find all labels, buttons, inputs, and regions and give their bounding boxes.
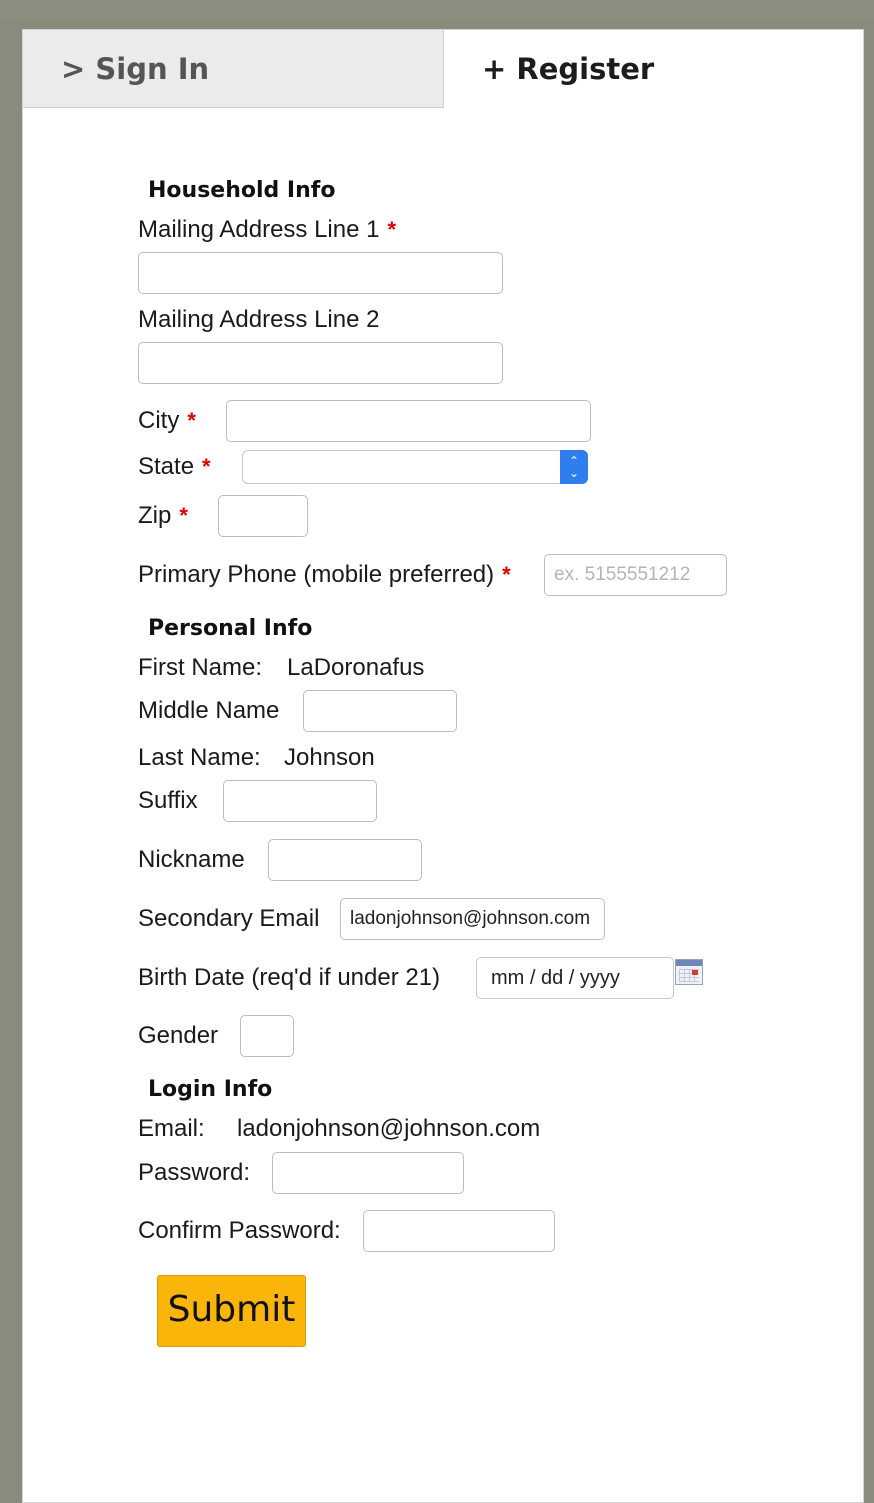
household-info-heading: Household Info: [148, 178, 336, 203]
secondary-email-label: Secondary Email: [138, 905, 320, 932]
chevron-updown-icon: ⌃ ⌄: [560, 450, 588, 484]
last-name-label: Last Name:: [138, 744, 261, 771]
submit-button[interactable]: Submit: [157, 1275, 306, 1347]
suffix-input[interactable]: [223, 780, 377, 822]
required-asterisk: *: [179, 503, 188, 528]
required-asterisk: *: [202, 454, 211, 479]
required-asterisk: *: [187, 408, 196, 433]
gender-input[interactable]: [240, 1015, 294, 1057]
address1-input[interactable]: [138, 252, 503, 294]
nickname-input[interactable]: [268, 839, 422, 881]
nickname-label: Nickname: [138, 846, 245, 873]
zip-label: Zip *: [138, 502, 188, 529]
password-input[interactable]: [272, 1152, 464, 1194]
required-asterisk: *: [502, 562, 511, 587]
state-label: State *: [138, 453, 211, 480]
city-label: City *: [138, 407, 196, 434]
first-name-value: LaDoronafus: [287, 654, 425, 681]
first-name-label: First Name:: [138, 654, 263, 681]
login-email-label: Email:: [138, 1115, 205, 1142]
confirm-password-input[interactable]: [363, 1210, 555, 1252]
register-form: Household Info Mailing Address Line 1 * M…: [23, 30, 863, 1502]
suffix-label: Suffix: [138, 787, 198, 814]
zip-input[interactable]: [218, 495, 308, 537]
city-input[interactable]: [226, 400, 591, 442]
personal-info-heading: Personal Info: [148, 616, 313, 641]
state-select[interactable]: ⌃ ⌄: [242, 450, 588, 484]
login-email-value: ladonjohnson@johnson.com: [237, 1115, 541, 1142]
address1-label: Mailing Address Line 1 *: [138, 216, 397, 243]
middle-name-label: Middle Name: [138, 697, 280, 724]
address2-input[interactable]: [138, 342, 503, 384]
middle-name-input[interactable]: [303, 690, 457, 732]
primary-phone-input[interactable]: [544, 554, 727, 596]
primary-phone-label: Primary Phone (mobile preferred) *: [138, 561, 511, 588]
last-name-value: Johnson: [284, 744, 375, 771]
birth-date-label: Birth Date (req'd if under 21): [138, 964, 441, 991]
address2-label: Mailing Address Line 2: [138, 306, 380, 333]
window-top-strip: [0, 0, 874, 18]
login-info-heading: Login Info: [148, 1077, 273, 1102]
confirm-password-label: Confirm Password:: [138, 1217, 341, 1244]
secondary-email-input[interactable]: [340, 898, 605, 940]
birth-date-input[interactable]: mm / dd / yyyy: [476, 957, 674, 999]
calendar-icon[interactable]: [675, 959, 703, 985]
registration-panel: > Sign In + Register Household Info Mail…: [22, 29, 864, 1503]
gender-label: Gender: [138, 1022, 219, 1049]
required-asterisk: *: [387, 217, 397, 242]
password-label: Password:: [138, 1159, 251, 1186]
